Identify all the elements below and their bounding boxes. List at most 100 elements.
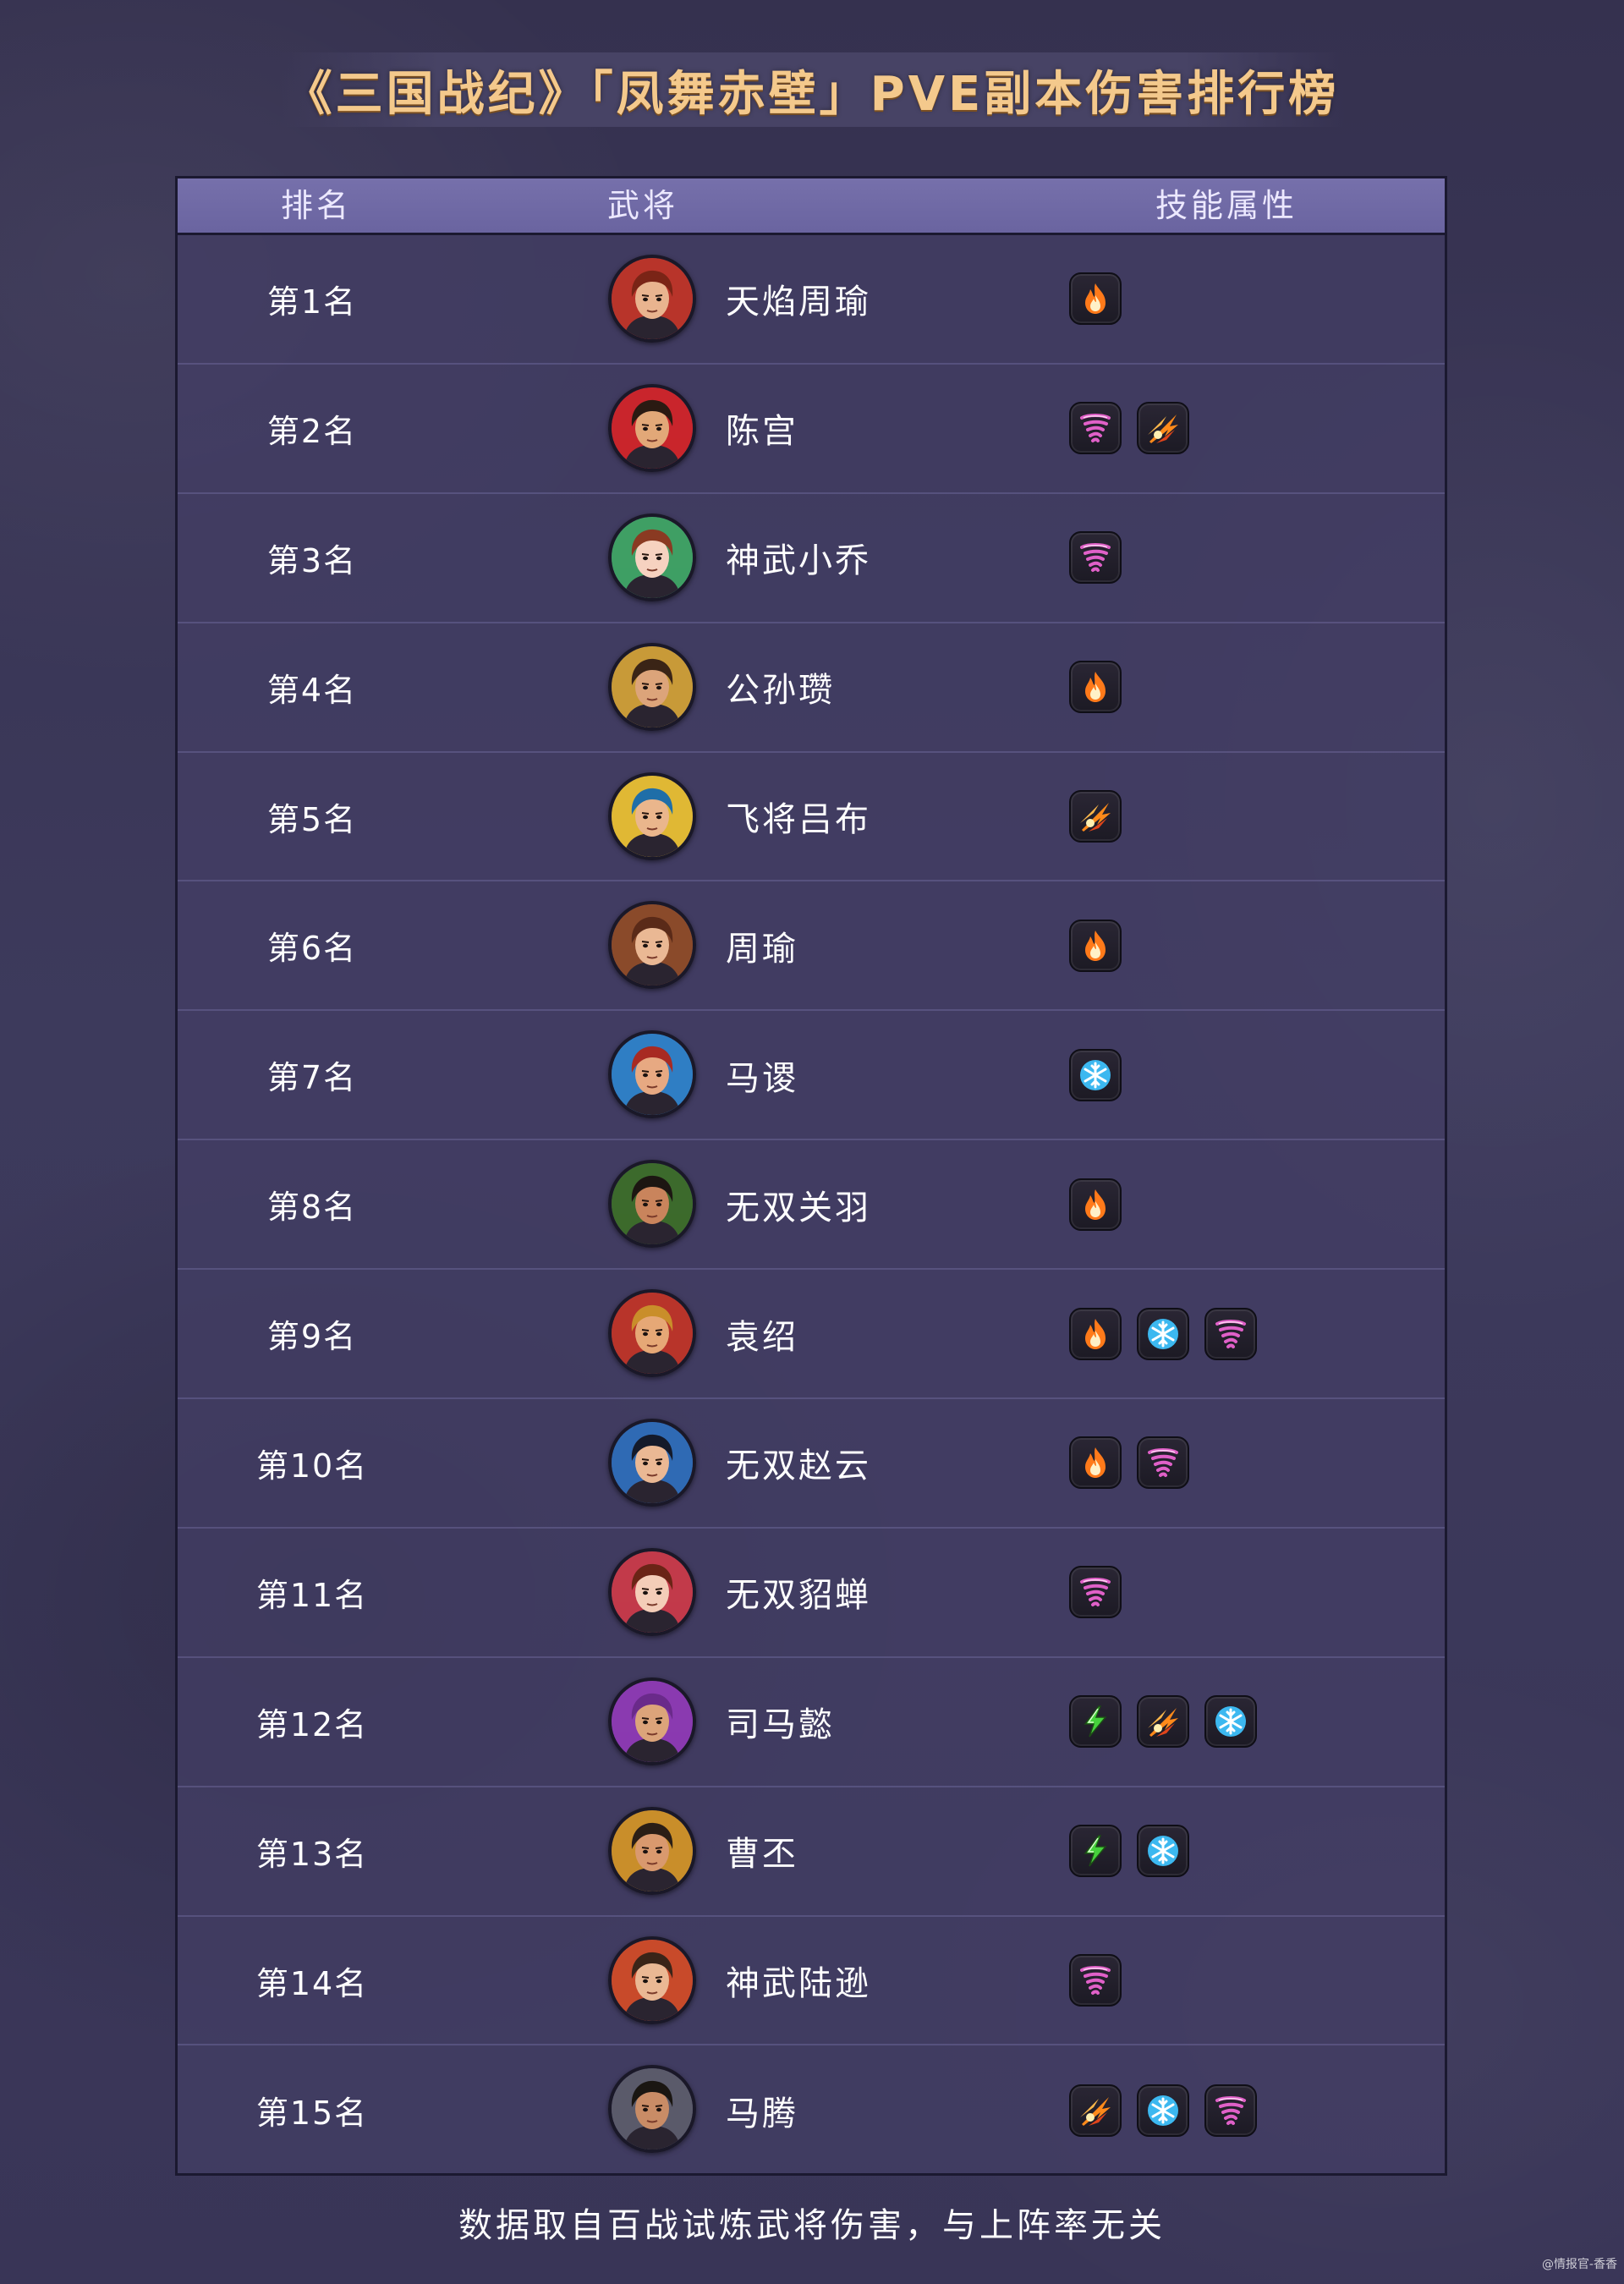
rank-label: 第9名 bbox=[266, 1318, 358, 1356]
hero-name: 曹丕 bbox=[726, 1835, 798, 1875]
fire-icon bbox=[1069, 919, 1122, 972]
table-header: 排名 武将 技能属性 bbox=[178, 178, 1445, 235]
hero-avatar bbox=[608, 771, 696, 860]
fire-icon bbox=[1069, 661, 1122, 714]
hero-name: 天焰周瑜 bbox=[726, 283, 871, 322]
hero-avatar bbox=[608, 1806, 696, 1895]
skill-attributes bbox=[1069, 1529, 1122, 1656]
footer-note: 数据取自百战试炼武将伤害，与上阵率无关 bbox=[458, 2206, 1166, 2245]
hero-name: 飞将吕布 bbox=[726, 800, 871, 839]
title-banner: 《三国战纪》「凤舞赤壁」PVE副本伤害排行榜 bbox=[279, 52, 1345, 127]
table-row: 第3名 神武小乔 bbox=[178, 494, 1445, 623]
rank-label: 第5名 bbox=[266, 800, 358, 838]
hero-name: 袁绍 bbox=[726, 1317, 798, 1357]
hero-name: 公孙瓒 bbox=[726, 671, 835, 711]
page-title: 《三国战纪》「凤舞赤壁」PVE副本伤害排行榜 bbox=[284, 66, 1340, 122]
hero-name: 陈宫 bbox=[726, 412, 798, 452]
table-row: 第12名 司马懿 bbox=[178, 1658, 1445, 1787]
header-rank: 排名 bbox=[281, 187, 353, 224]
whirlwind-icon bbox=[1069, 531, 1122, 585]
whirlwind-icon bbox=[1204, 1307, 1257, 1360]
rank-label: 第12名 bbox=[255, 1705, 369, 1743]
hero-avatar bbox=[608, 255, 696, 343]
skill-attributes bbox=[1069, 1399, 1189, 1527]
rank-label: 第10名 bbox=[255, 1447, 369, 1485]
frost-icon bbox=[1137, 1825, 1189, 1878]
whirlwind-icon bbox=[1069, 1954, 1122, 2007]
hero-name: 无双貂蝉 bbox=[726, 1576, 871, 1616]
hero-name: 神武陆逊 bbox=[726, 1964, 871, 2004]
skill-attributes bbox=[1069, 753, 1122, 881]
table-body: 第1名 天焰周瑜第2名 陈宫第3名 神武小乔第4名 公孙瓒第5名 飞将吕布第6名 周瑜第7名… bbox=[178, 235, 1445, 2175]
table-row: 第4名 公孙瓒 bbox=[178, 623, 1445, 753]
table-row: 第1名 天焰周瑜 bbox=[178, 235, 1445, 365]
rank-label: 第4名 bbox=[266, 671, 358, 709]
whirlwind-icon bbox=[1069, 1566, 1122, 1619]
skill-attributes bbox=[1069, 494, 1122, 622]
table-row: 第6名 周瑜 bbox=[178, 881, 1445, 1012]
rank-label: 第6名 bbox=[266, 930, 358, 968]
hero-avatar bbox=[608, 2065, 696, 2154]
fire-icon bbox=[1069, 272, 1122, 326]
fire-icon bbox=[1069, 1307, 1122, 1360]
table-row: 第7名 马谡 bbox=[178, 1011, 1445, 1141]
table-row: 第13名 曹丕 bbox=[178, 1787, 1445, 1917]
hero-name: 马腾 bbox=[726, 2094, 798, 2133]
ranking-table: 排名 武将 技能属性 第1名 天焰周瑜第2名 陈宫第3名 神武小乔第4名 公孙瓒第5名 飞… bbox=[175, 176, 1447, 2176]
table-row: 第2名 陈宫 bbox=[178, 365, 1445, 494]
burst-icon bbox=[1069, 790, 1122, 843]
rank-label: 第2名 bbox=[266, 412, 358, 450]
skill-attributes bbox=[1069, 1658, 1257, 1786]
header-skill: 技能属性 bbox=[1155, 187, 1298, 224]
rank-label: 第11名 bbox=[255, 1576, 369, 1614]
table-row: 第15名 马腾 bbox=[178, 2045, 1445, 2175]
hero-name: 无双关羽 bbox=[726, 1188, 871, 1227]
hero-avatar bbox=[608, 1160, 696, 1249]
header-hero: 武将 bbox=[607, 187, 679, 224]
table-row: 第14名 神武陆逊 bbox=[178, 1917, 1445, 2046]
frost-icon bbox=[1204, 1695, 1257, 1749]
table-row: 第11名 无双貂蝉 bbox=[178, 1529, 1445, 1658]
rank-label: 第8名 bbox=[266, 1189, 358, 1227]
fire-icon bbox=[1069, 1178, 1122, 1231]
rank-label: 第13名 bbox=[255, 1835, 369, 1873]
table-row: 第9名 袁绍 bbox=[178, 1270, 1445, 1400]
table-row: 第8名 无双关羽 bbox=[178, 1140, 1445, 1271]
hero-name: 神武小乔 bbox=[726, 541, 871, 581]
rank-label: 第14名 bbox=[255, 1964, 369, 2002]
frost-icon bbox=[1137, 1307, 1189, 1360]
skill-attributes bbox=[1069, 1140, 1122, 1268]
skill-attributes bbox=[1069, 1917, 1122, 2045]
skill-attributes bbox=[1069, 1270, 1257, 1397]
skill-attributes bbox=[1069, 881, 1122, 1009]
hero-avatar bbox=[608, 1030, 696, 1119]
hero-name: 周瑜 bbox=[726, 929, 798, 969]
skill-attributes bbox=[1069, 365, 1189, 492]
hero-avatar bbox=[608, 1935, 696, 2024]
frost-icon bbox=[1137, 2084, 1189, 2137]
burst-icon bbox=[1137, 1695, 1189, 1749]
skill-attributes bbox=[1069, 1787, 1189, 1915]
skill-attributes bbox=[1069, 2045, 1257, 2175]
hero-avatar bbox=[608, 1547, 696, 1636]
skill-attributes bbox=[1069, 1011, 1122, 1139]
hero-avatar bbox=[608, 513, 696, 601]
hero-avatar bbox=[608, 383, 696, 472]
whirlwind-icon bbox=[1204, 2084, 1257, 2137]
whirlwind-icon bbox=[1069, 402, 1122, 455]
hero-avatar bbox=[608, 1419, 696, 1507]
hero-name: 马谡 bbox=[726, 1058, 798, 1098]
table-row: 第10名 无双赵云 bbox=[178, 1399, 1445, 1529]
skill-attributes bbox=[1069, 235, 1122, 363]
whirlwind-icon bbox=[1137, 1436, 1189, 1490]
fire-icon bbox=[1069, 1436, 1122, 1490]
hero-name: 司马懿 bbox=[726, 1705, 835, 1745]
hero-name: 无双赵云 bbox=[726, 1447, 871, 1486]
hero-avatar bbox=[608, 901, 696, 990]
frost-icon bbox=[1069, 1048, 1122, 1101]
thunder-icon bbox=[1069, 1695, 1122, 1749]
rank-label: 第7名 bbox=[266, 1059, 358, 1097]
thunder-icon bbox=[1069, 1825, 1122, 1878]
rank-label: 第1名 bbox=[266, 283, 358, 321]
skill-attributes bbox=[1069, 623, 1122, 751]
